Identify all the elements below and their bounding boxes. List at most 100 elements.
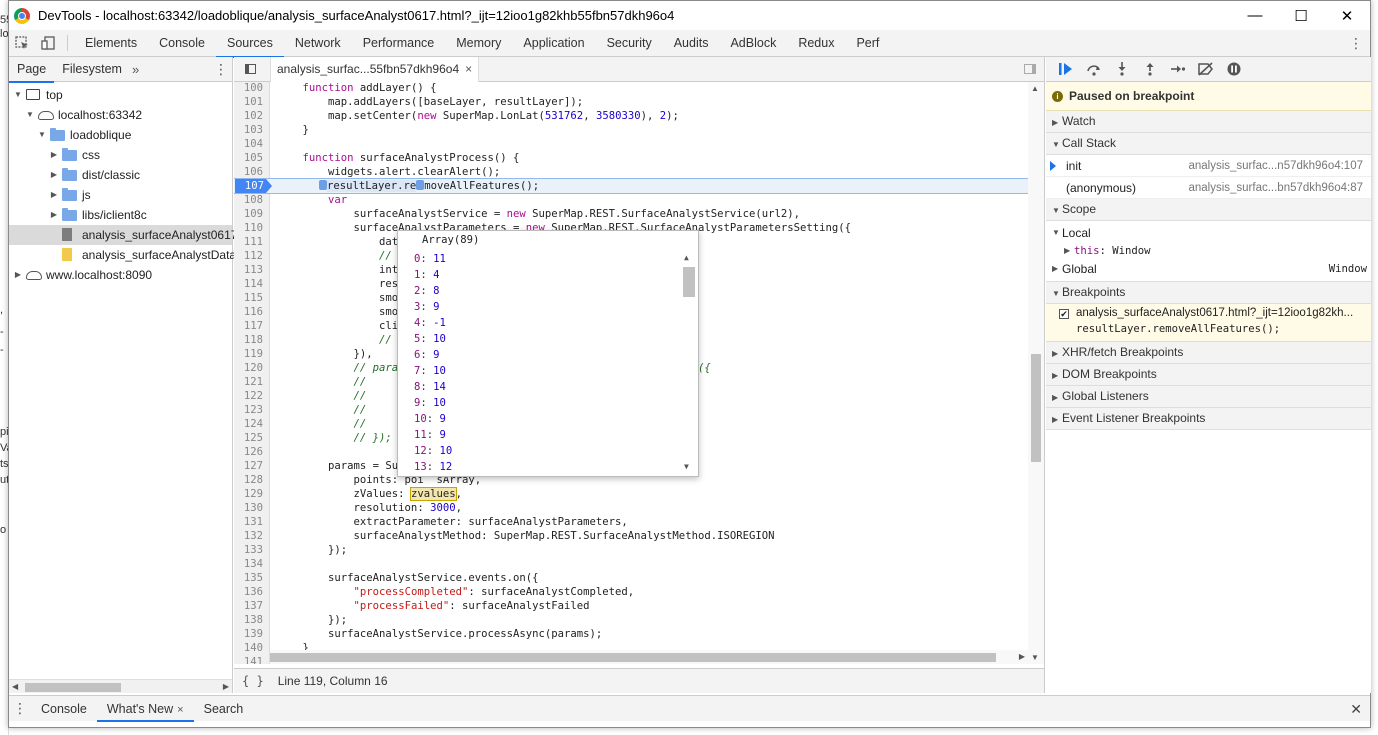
line-number[interactable]: 133	[234, 543, 263, 557]
hovered-variable[interactable]: zvalues	[409, 487, 457, 501]
array-item[interactable]: 6: 9	[414, 347, 440, 363]
drawer-menu-icon[interactable]: ⋮	[9, 700, 31, 717]
code-line[interactable]: 108 var	[234, 193, 1029, 207]
code-line[interactable]: 129 zValues: zvalues,	[234, 487, 1029, 501]
line-number[interactable]: 116	[234, 305, 263, 319]
line-number[interactable]: 115	[234, 291, 263, 305]
scope-global[interactable]: ▶ Global Window	[1046, 260, 1371, 278]
more-tabs-icon[interactable]: »	[132, 62, 139, 77]
tab-filesystem[interactable]: Filesystem	[54, 57, 130, 82]
line-number[interactable]: 130	[234, 501, 263, 515]
tree-item[interactable]: ▶ css	[9, 145, 232, 165]
code-line[interactable]: 132 surfaceAnalystMethod: SuperMap.REST.…	[234, 529, 1029, 543]
tab-network[interactable]: Network	[284, 30, 352, 57]
inline-breakpoint-icon[interactable]	[319, 180, 327, 190]
line-number[interactable]: 135	[234, 571, 263, 585]
inspect-element-icon[interactable]	[9, 30, 35, 57]
deactivate-breakpoints-icon[interactable]	[1192, 57, 1220, 82]
array-item[interactable]: 10: 9	[414, 411, 446, 427]
code-line[interactable]: 105 function surfaceAnalystProcess() {	[234, 151, 1029, 165]
code-line[interactable]: 101 map.addLayers([baseLayer, resultLaye…	[234, 95, 1029, 109]
scroll-left-icon[interactable]: ◀	[12, 680, 18, 694]
line-number[interactable]: 120	[234, 361, 263, 375]
drawer-tab-search[interactable]: Search	[194, 696, 254, 722]
call-frame[interactable]: init analysis_surfac...n57dkh96o4:107	[1046, 155, 1371, 177]
tab-audits[interactable]: Audits	[663, 30, 720, 57]
tab-security[interactable]: Security	[596, 30, 663, 57]
editor-vertical-scrollbar[interactable]: ▲ ▼	[1028, 82, 1044, 664]
tree-item[interactable]: ▶ libs/iclient8c	[9, 205, 232, 225]
popover-scrollbar[interactable]: ▲ ▼	[682, 253, 695, 471]
line-number[interactable]: 121	[234, 375, 263, 389]
line-number[interactable]: 104	[234, 137, 263, 151]
line-number[interactable]: 108	[234, 193, 263, 207]
array-item[interactable]: 7: 10	[414, 363, 446, 379]
collapse-arrow-icon[interactable]: ▼	[37, 125, 47, 145]
expand-arrow-icon[interactable]: ▶	[49, 205, 59, 225]
array-item[interactable]: 5: 10	[414, 331, 446, 347]
editor-horizontal-scrollbar[interactable]: ▶	[270, 650, 1029, 664]
collapse-arrow-icon[interactable]: ▼	[13, 85, 23, 105]
navigator-menu-icon[interactable]: ⋮	[214, 57, 228, 82]
expand-arrow-icon[interactable]: ▶	[13, 265, 23, 285]
line-number[interactable]: 119	[234, 347, 263, 361]
section-global-listeners[interactable]: ▶ Global Listeners	[1046, 386, 1371, 408]
device-toolbar-icon[interactable]	[35, 30, 61, 57]
step-icon[interactable]	[1164, 57, 1192, 82]
navigator-horizontal-scrollbar[interactable]: ◀ ▶	[9, 679, 232, 693]
code-line[interactable]: 138 });	[234, 613, 1029, 627]
line-number[interactable]: 138	[234, 613, 263, 627]
scroll-down-icon[interactable]: ▼	[684, 462, 689, 471]
step-out-icon[interactable]	[1136, 57, 1164, 82]
code-line[interactable]: 102 map.setCenter(new SuperMap.LonLat(53…	[234, 109, 1029, 123]
line-number[interactable]: 113	[234, 263, 263, 277]
close-button[interactable]: ✕	[1324, 1, 1370, 30]
line-number[interactable]: 118	[234, 333, 263, 347]
scroll-up-icon[interactable]: ▲	[1031, 84, 1039, 93]
code-line[interactable]: 109 surfaceAnalystService = new SuperMap…	[234, 207, 1029, 221]
array-item[interactable]: 2: 8	[414, 283, 440, 299]
array-item[interactable]: 12: 10	[414, 443, 452, 459]
tab-memory[interactable]: Memory	[445, 30, 512, 57]
line-number[interactable]: 129	[234, 487, 263, 501]
line-number[interactable]: 125	[234, 431, 263, 445]
line-number[interactable]: 117	[234, 319, 263, 333]
code-line[interactable]: 137 "processFailed": surfaceAnalystFaile…	[234, 599, 1029, 613]
close-tab-icon[interactable]: ×	[465, 57, 472, 82]
line-number[interactable]: 105	[234, 151, 263, 165]
line-number[interactable]: 128	[234, 473, 263, 487]
popover-items[interactable]: 0: 11 1: 4 2: 8 3: 9 4: -1 5: 10 6: 9 7: 10 8: 1…	[398, 251, 684, 471]
line-number[interactable]: 131	[234, 515, 263, 529]
array-item[interactable]: 1: 4	[414, 267, 440, 283]
tree-item[interactable]: ▶ js	[9, 185, 232, 205]
pause-on-exceptions-icon[interactable]	[1220, 57, 1248, 82]
scroll-down-icon[interactable]: ▼	[1031, 653, 1039, 662]
code-line[interactable]: 130 resolution: 3000,	[234, 501, 1029, 515]
code-line[interactable]: 136 "processCompleted": surfaceAnalystCo…	[234, 585, 1029, 599]
line-number[interactable]: 124	[234, 417, 263, 431]
scope-this[interactable]: ▶ this: Window	[1046, 242, 1371, 260]
collapse-arrow-icon[interactable]: ▼	[25, 105, 35, 125]
scroll-up-icon[interactable]: ▲	[684, 253, 689, 262]
line-number[interactable]: 141	[234, 655, 263, 664]
array-item[interactable]: 9: 10	[414, 395, 446, 411]
line-number[interactable]: 137	[234, 599, 263, 613]
scrollbar-thumb[interactable]	[270, 653, 996, 662]
expand-arrow-icon[interactable]: ▶	[49, 165, 59, 185]
toggle-navigator-icon[interactable]	[240, 57, 260, 82]
line-number[interactable]: 132	[234, 529, 263, 543]
array-item[interactable]: 0: 11	[414, 251, 446, 267]
drawer-tab-whats-new[interactable]: What's New ×	[96, 696, 194, 722]
section-event-listener-breakpoints[interactable]: ▶ Event Listener Breakpoints	[1046, 408, 1371, 430]
code-line[interactable]: 134	[234, 557, 1029, 571]
tree-item[interactable]: ▼ loadoblique	[9, 125, 232, 145]
scrollbar-thumb[interactable]	[25, 683, 121, 692]
tree-item[interactable]: ▶ www.localhost:8090	[9, 265, 232, 285]
tab-perf[interactable]: Perf	[845, 30, 890, 57]
tab-sources[interactable]: Sources	[215, 30, 284, 58]
code-line[interactable]: 133 });	[234, 543, 1029, 557]
maximize-button[interactable]: ☐	[1278, 1, 1324, 30]
call-frame[interactable]: (anonymous) analysis_surfac...bn57dkh96o4…	[1046, 177, 1371, 199]
step-over-icon[interactable]	[1080, 57, 1108, 82]
line-number[interactable]: 140	[234, 641, 263, 655]
